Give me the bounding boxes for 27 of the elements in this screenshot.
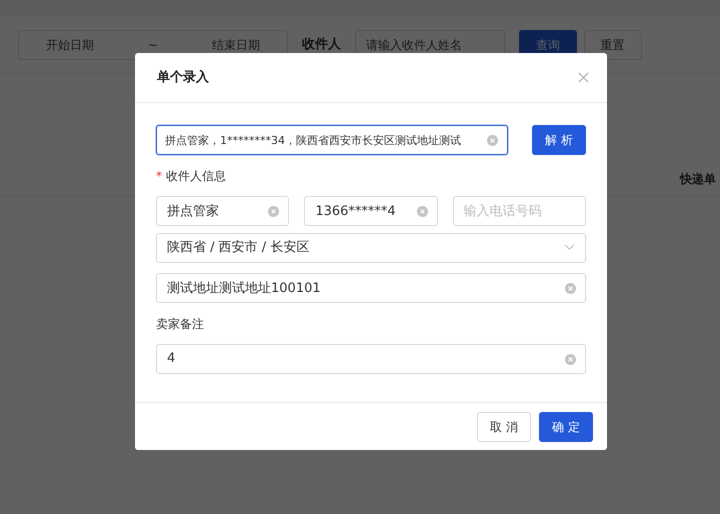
recipient-field[interactable]: 输入电话号码 xyxy=(452,196,586,226)
region-select[interactable]: 陕西省 / 西安市 / 长安区 xyxy=(156,232,586,262)
clear-icon[interactable] xyxy=(416,206,428,217)
clear-icon[interactable] xyxy=(487,135,498,146)
range-separator: ~ xyxy=(148,36,158,54)
clear-icon[interactable] xyxy=(565,282,576,294)
start-date-placeholder: 开始日期 xyxy=(46,36,94,54)
address-field[interactable]: 测试地址测试地址100101 xyxy=(156,272,586,302)
recipient-info-label: 收件人信息 xyxy=(166,168,226,185)
column-header: 快递单 xyxy=(680,170,716,188)
recipient-label: 收件人 xyxy=(302,36,341,54)
chevron-down-icon xyxy=(564,244,575,251)
end-date-placeholder: 结束日期 xyxy=(212,36,260,54)
confirm-button[interactable]: 确 定 xyxy=(539,412,593,442)
recipient-field[interactable]: 1366******4 xyxy=(304,196,438,226)
clear-icon[interactable] xyxy=(268,206,280,217)
recipient-field[interactable]: 拼点管家 xyxy=(156,196,290,226)
required-mark: * xyxy=(156,168,162,185)
seller-note-label: 卖家备注 xyxy=(156,316,205,332)
close-icon[interactable] xyxy=(578,72,589,83)
clear-icon[interactable] xyxy=(565,354,576,364)
cancel-button[interactable]: 取 消 xyxy=(477,412,531,442)
paste-address-field[interactable]: 拼点管家，1********34，陕西省西安市长安区测试地址测试 xyxy=(156,125,508,155)
seller-note-field[interactable]: 4 xyxy=(156,344,586,374)
parse-button[interactable]: 解 析 xyxy=(532,125,586,155)
dialog-title: 单个录入 xyxy=(157,68,209,87)
region-value: 陕西省 / 西安市 / 长安区 xyxy=(167,238,310,257)
